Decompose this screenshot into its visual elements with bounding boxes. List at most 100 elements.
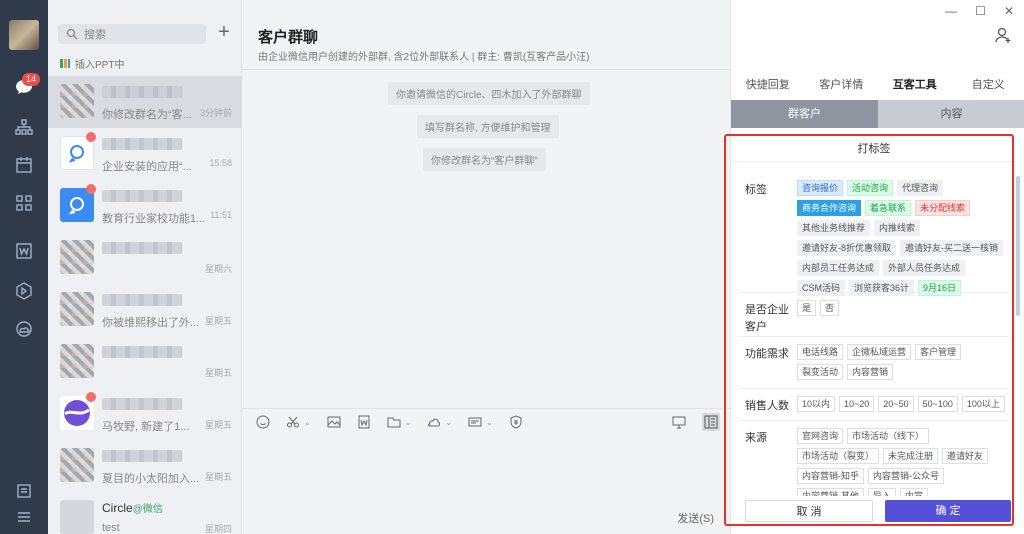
list-item[interactable]: 教育行业家校功能1... 11:51 [48,180,242,232]
tag-chip[interactable]: 官网咨询 [797,428,844,444]
tab-0[interactable]: 快捷回复 [731,76,805,92]
tag-chip[interactable]: 商务合作咨询 [797,200,862,216]
confirm-button[interactable]: 确 定 [885,500,1011,522]
tag-chip[interactable]: 内容营销-知乎 [797,468,864,484]
list-item[interactable]: 企业安装的应用“... 15:58 [48,128,242,180]
tag-chip[interactable]: 内宣 [900,488,929,496]
tag-chip[interactable]: 内部员工任务达成 [797,260,880,276]
tag-chip[interactable]: 浏览获客36计 [849,280,915,296]
tag-chips: 官网咨询 市场活动（线下） 市场活动（裂变） 未完成注册 邀请好友 内容营销-知乎 内容营销… [797,428,1011,496]
screen-share-icon[interactable] [670,413,688,431]
list-item[interactable]: 马牧野, 新建了1... 星期五 [48,388,242,440]
menu-icon[interactable] [13,506,35,528]
list-item[interactable]: 星期五 [48,336,242,388]
tag-chip[interactable]: 电话线路 [797,344,844,360]
chevron-down-icon[interactable]: ⌄ [486,418,493,427]
minimize-icon[interactable]: — [945,4,957,18]
image-icon[interactable] [327,415,341,429]
tag-chip[interactable]: 20~50 [878,396,914,412]
chevron-down-icon[interactable]: ⌄ [304,418,311,427]
system-message: 填写群名称, 方便维护和管理 [417,115,559,138]
tag-chip[interactable]: 10以内 [797,396,836,412]
subtab-0[interactable]: 群客户 [731,100,878,128]
tag-chip[interactable]: 邀请好友-8折优惠领取 [797,240,897,256]
chat-preview: 教育行业家校功能1... [102,213,206,225]
tag-chip[interactable]: 50~100 [917,396,958,412]
mail-icon[interactable] [468,415,482,429]
calendar-icon[interactable] [13,154,35,176]
tag-chip[interactable]: 是 [797,300,817,316]
chat-time: 星期五 [204,472,232,482]
add-icon[interactable]: + [216,22,232,42]
cloud-upload-icon[interactable] [427,415,441,429]
cancel-button[interactable]: 取 消 [745,500,873,522]
tag-actions: 取 消 确 定 [745,500,1011,522]
scrollbar[interactable] [1016,176,1020,316]
cloud-icon[interactable] [13,318,35,340]
tag-chip[interactable]: 导入 [868,488,897,496]
chevron-down-icon[interactable]: ⌄ [445,418,452,427]
tag-chip[interactable]: 未分配线索 [915,200,971,216]
tag-chip[interactable]: 9月16日 [918,280,962,296]
tag-chip[interactable]: 企微私域运营 [847,344,912,360]
tag-chip[interactable]: 内容营销 [847,364,894,380]
word-doc-icon[interactable] [357,415,371,429]
tab-2[interactable]: 互客工具 [878,76,952,92]
tag-chip[interactable]: 市场活动（裂变） [797,448,880,464]
tag-chip[interactable]: 未完成注册 [883,448,939,464]
send-button[interactable]: 发送(S) [677,510,714,526]
unread-dot [86,392,96,402]
tag-chip[interactable]: 市场活动（线下） [847,428,930,444]
tag-chip[interactable]: 裂变活动 [797,364,844,380]
add-member-icon[interactable] [994,26,1012,44]
tag-chip[interactable]: 10~20 [839,396,875,412]
chevron-down-icon[interactable]: ⌄ [405,418,412,427]
notes-icon[interactable] [13,480,35,502]
list-item[interactable]: 你修改群名为“客... 3分钟前 [48,76,242,128]
tag-chip[interactable]: 邀请好友-买二送一核销 [900,240,1004,256]
contacts-icon[interactable] [13,116,35,138]
list-item[interactable]: 星期六 [48,232,242,284]
user-avatar[interactable] [9,20,39,50]
tag-chip[interactable]: 其他业务线推荐 [797,220,871,236]
chat-subtitle: 由企业微信用户创建的外部群, 含2位外部联系人 | 群主: 曹凯(互客产品小汪) [258,52,590,63]
chat-name [102,190,182,202]
close-icon[interactable]: ✕ [1004,4,1014,18]
list-item[interactable]: Circle@微信 test 星期四 [48,492,242,534]
tag-chip[interactable]: CSM活码 [797,280,845,296]
system-message: 你修改群名为“客户群聊” [423,148,546,171]
apps-grid-icon[interactable] [13,192,35,214]
tag-chip[interactable]: 咨询报价 [797,180,844,196]
tag-chip[interactable]: 外部人员任务达成 [883,260,966,276]
tag-chip[interactable]: 内容营销-其他 [797,488,864,496]
chat-items: 你修改群名为“客... 3分钟前 企业安装的应用“... 15:58 教育行业家校功能1… [48,76,242,534]
tag-chip[interactable]: 着急联系 [865,200,912,216]
tag-chip[interactable]: 活动咨询 [847,180,894,196]
emoji-icon[interactable] [256,415,270,429]
tab-1[interactable]: 客户详情 [805,76,879,92]
tag-chip[interactable]: 客户管理 [915,344,962,360]
list-item[interactable]: 夏目的小太阳加入... 星期五 [48,440,242,492]
sidebar-toggle-icon[interactable] [702,413,720,431]
chat-name-text: Circle [102,501,133,515]
scissors-icon[interactable] [286,415,300,429]
search-input[interactable]: 搜索 [58,24,206,44]
folder-icon[interactable] [387,415,401,429]
tag-chip[interactable]: 内容营销-公众号 [868,468,944,484]
maximize-icon[interactable]: ☐ [975,4,986,18]
tag-group-label: 标签 [745,184,767,196]
drive-icon[interactable] [13,280,35,302]
list-item[interactable]: 你被维熙移出了外... 星期五 [48,284,242,336]
tab-3[interactable]: 自定义 [952,76,1024,92]
document-w-icon[interactable] [13,240,35,262]
tag-panel-title: 打标签 [731,136,1017,162]
shield-icon[interactable] [509,415,523,429]
tag-chip[interactable]: 邀请好友 [942,448,989,464]
chat-avatar [60,292,94,326]
tag-chip[interactable]: 内推线索 [874,220,921,236]
tag-chip[interactable]: 100以上 [961,396,1005,412]
subtab-1[interactable]: 内容 [878,100,1024,128]
composer-right-tools [670,413,720,431]
tag-chip[interactable]: 代理咨询 [897,180,944,196]
tag-chip[interactable]: 否 [820,300,840,316]
